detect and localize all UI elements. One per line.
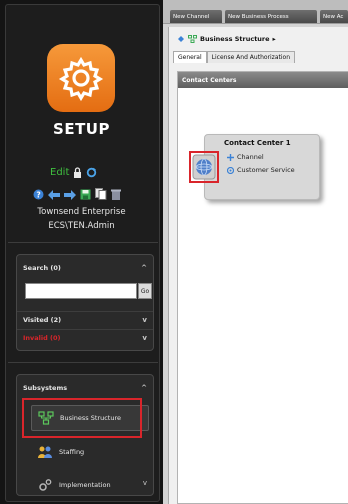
lock-icon[interactable] <box>73 163 82 182</box>
edit-row: Edit <box>50 163 97 182</box>
search-panel: Search (0) ^ Go Visited (2) v Invalid (0… <box>16 254 154 351</box>
visited-label: Visited (2) <box>23 316 62 324</box>
customer-service-label: Customer Service <box>237 166 295 174</box>
chevron-down-icon[interactable]: v <box>142 334 147 342</box>
tab-general[interactable]: General <box>173 51 207 63</box>
subsystem-label: Implementation <box>59 481 111 489</box>
highlight-box <box>189 151 219 183</box>
chevron-up-icon[interactable]: ^ <box>141 264 147 272</box>
refresh-icon[interactable] <box>86 163 97 182</box>
customer-service-icon <box>227 166 234 174</box>
subsystem-item-staffing[interactable]: Staffing <box>31 439 149 465</box>
breadcrumb-label[interactable]: Business Structure <box>200 35 270 43</box>
edit-link[interactable]: Edit <box>50 167 69 178</box>
copy-document-icon[interactable] <box>95 185 107 204</box>
invalid-header[interactable]: Invalid (0) v <box>17 329 153 346</box>
svg-text:?: ? <box>36 190 40 199</box>
tab-license-and-authorization[interactable]: License And Authorization <box>206 51 295 63</box>
contact-center-customer-service[interactable]: Customer Service <box>227 166 295 174</box>
nav-toolbar: ? <box>33 185 121 204</box>
chevron-up-icon[interactable]: ^ <box>141 384 147 392</box>
setup-gear-icon[interactable] <box>47 44 115 112</box>
subsystems-header[interactable]: Subsystems ^ <box>17 379 153 396</box>
chevron-down-icon[interactable]: v <box>142 316 147 324</box>
nav-divider <box>8 362 158 363</box>
breadcrumb-arrow-icon[interactable]: ▸ <box>273 35 276 43</box>
highlight-box <box>22 398 142 438</box>
breadcrumb: Business Structure ▸ <box>177 35 276 43</box>
search-header[interactable]: Search (0) ^ <box>17 259 153 276</box>
search-go-button[interactable]: Go <box>138 283 152 299</box>
visited-header[interactable]: Visited (2) v <box>17 311 153 328</box>
subsystem-label: Staffing <box>59 448 85 456</box>
implementation-icon <box>39 479 52 491</box>
left-navigation-panel: SETUP Edit ? Townsend Enterprise ECS\TEN… <box>0 0 163 504</box>
channel-icon <box>227 153 234 161</box>
main-content: Business Structure ▸ General License And… <box>168 27 348 504</box>
business-structure-icon <box>188 35 197 43</box>
help-icon[interactable]: ? <box>33 185 44 204</box>
save-icon[interactable] <box>80 185 91 204</box>
channel-label: Channel <box>237 153 264 161</box>
contact-centers-panel: Contact Centers Contact Center 1 Channel… <box>177 71 348 504</box>
top-tab-strip: New Channel New Business Process New Ac <box>163 0 348 24</box>
invalid-label: Invalid (0) <box>23 334 61 342</box>
tab-new-business-process[interactable]: New Business Process <box>225 10 317 23</box>
navigate-arrows-icon[interactable] <box>177 35 185 43</box>
nav-divider <box>8 242 158 243</box>
user-organization: Townsend Enterprise <box>37 207 126 217</box>
chevron-down-icon[interactable]: v <box>143 479 147 487</box>
delete-icon[interactable] <box>111 185 121 204</box>
forward-arrow-icon[interactable] <box>64 185 76 204</box>
contact-center-channel[interactable]: Channel <box>227 153 264 161</box>
setup-title: SETUP <box>53 120 110 138</box>
contact-center-card[interactable]: Contact Center 1 Channel Customer Servic… <box>204 134 320 200</box>
search-input[interactable] <box>25 283 137 299</box>
search-label: Search (0) <box>23 263 61 272</box>
contact-centers-header: Contact Centers <box>178 72 348 88</box>
staffing-icon <box>38 446 52 458</box>
content-tabs: General License And Authorization <box>173 51 295 63</box>
contact-center-title[interactable]: Contact Center 1 <box>224 139 291 147</box>
user-account: ECS\TEN.Admin <box>48 221 115 231</box>
tab-new-ac[interactable]: New Ac <box>320 10 348 23</box>
back-arrow-icon[interactable] <box>48 185 60 204</box>
tab-new-channel[interactable]: New Channel <box>170 10 222 23</box>
subsystem-item-implementation[interactable]: Implementation <box>31 472 149 498</box>
subsystems-label: Subsystems <box>23 383 68 392</box>
